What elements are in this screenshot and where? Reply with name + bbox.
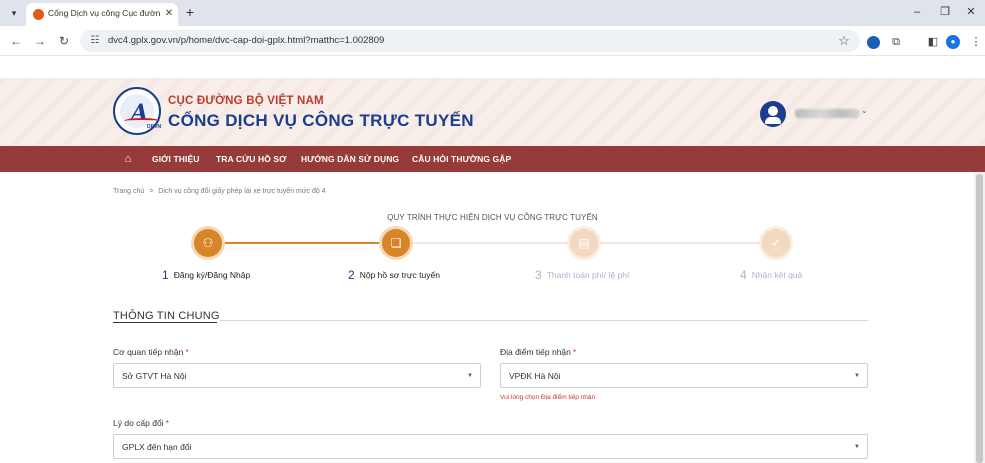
breadcrumb-current: Dịch vụ công đổi giấy phép lái xe trực t… (158, 188, 326, 195)
step-1-number: 1 (162, 268, 169, 282)
step-1-text: Đăng ký/Đăng Nhập (173, 270, 251, 280)
address-bar[interactable]: ☷ dvc4.gplx.gov.vn/p/home/dvc-cap-doi-gp… (80, 30, 860, 52)
tab-close-icon[interactable]: ✕ (163, 7, 175, 21)
nav-item-tra-cuu-ho-so[interactable]: TRA CỨU HỒ SƠ (216, 154, 287, 164)
step-1-circle: ⚇ (194, 229, 222, 257)
section-divider (220, 320, 868, 321)
co-quan-value: Sở GTVT Hà Nội (122, 371, 187, 381)
step-3-number: 3 (535, 268, 542, 282)
reload-icon[interactable]: ↻ (56, 33, 72, 49)
window-minimize-button[interactable]: – (909, 4, 925, 20)
co-quan-label-text: Cơ quan tiếp nhận (113, 347, 184, 357)
tab-title: Cổng Dịch vụ công Cục đường bộ (48, 8, 160, 18)
dia-diem-select[interactable]: VPĐK Hà Nội ▼ (500, 363, 868, 388)
tab-search-chevron-icon[interactable]: ▾ (6, 6, 22, 20)
site-header: A DRVN CỤC ĐƯỜNG BỘ VIỆT NAM CỔNG DỊCH V… (0, 78, 985, 146)
user-name-blurred[interactable] (795, 109, 859, 118)
nav-item-gioi-thieu[interactable]: GIỚI THIỆU (152, 154, 199, 164)
side-panel-icon[interactable]: ◧ (925, 34, 941, 50)
user-icon: ⚇ (202, 236, 214, 250)
extensions-puzzle-icon[interactable]: ⧉ (888, 34, 904, 50)
user-avatar-icon[interactable] (760, 101, 786, 127)
step-4-circle: ✓ (762, 229, 790, 257)
nav-item-cau-hoi-thuong-gap[interactable]: CÂU HỎI THƯỜNG GẶP (412, 154, 511, 164)
breadcrumb-separator: > (149, 188, 154, 195)
chevron-down-icon: ▼ (854, 373, 860, 379)
dia-diem-value: VPĐK Hà Nội (509, 371, 561, 381)
step-3-label: 3 Thanh toán phí/ lệ phí (535, 268, 629, 282)
step-connector-3 (598, 242, 762, 244)
browser-menu-icon[interactable]: ⋮ (968, 34, 984, 50)
step-2-text: Nộp hồ sơ trực tuyến (359, 270, 440, 280)
step-4-text: Nhận kết quả (751, 270, 803, 280)
process-title: QUY TRÌNH THỰC HIỆN DỊCH VỤ CÔNG TRỰC TU… (387, 213, 598, 222)
step-connector-2 (410, 242, 570, 244)
ly-do-required-mark: * (165, 418, 169, 428)
dia-diem-label: Địa điểm tiếp nhận * (500, 347, 576, 357)
chevron-down-icon: ▼ (854, 444, 860, 450)
window-restore-button[interactable]: ❐ (937, 4, 953, 20)
receipt-icon: ▤ (578, 236, 590, 250)
user-menu-chevron-icon[interactable]: ⌄ (861, 106, 868, 115)
browser-tab[interactable]: Cổng Dịch vụ công Cục đường bộ ✕ (26, 3, 178, 26)
profile-icon[interactable]: ● (946, 35, 960, 49)
avatar-body (765, 117, 781, 124)
ly-do-label: Lý do cấp đổi * (113, 418, 169, 428)
main-nav: ⌂ GIỚI THIỆU TRA CỨU HỒ SƠ HƯỚNG DẪN SỬ … (0, 146, 985, 172)
chevron-down-icon: ▼ (467, 373, 473, 379)
back-icon[interactable]: ← (8, 33, 24, 49)
section-title-underline (113, 322, 217, 323)
ly-do-value: GPLX đến hạn đổi (122, 442, 192, 452)
step-3-text: Thanh toán phí/ lệ phí (546, 270, 630, 280)
step-connector-1 (222, 242, 382, 244)
step-2-circle: ❏ (382, 229, 410, 257)
breadcrumb: Trang chủ > Dịch vụ công đổi giấy phép l… (113, 188, 329, 195)
window-close-button[interactable]: ✕ (963, 4, 979, 20)
address-bar-url[interactable]: dvc4.gplx.gov.vn/p/home/dvc-cap-doi-gplx… (108, 35, 384, 46)
step-3-circle: ▤ (570, 229, 598, 257)
check-icon: ✓ (770, 236, 782, 250)
co-quan-label: Cơ quan tiếp nhận * (113, 347, 189, 357)
dia-diem-error: Vui lòng chọn Địa điểm tiếp nhận (500, 394, 596, 401)
dia-diem-required-mark: * (572, 347, 577, 357)
avatar-head (768, 106, 778, 116)
browser-tabstrip: ▾ Cổng Dịch vụ công Cục đường bộ ✕ + – ❐… (0, 0, 985, 26)
step-1-label: 1 Đăng ký/Đăng Nhập (162, 268, 250, 282)
ly-do-label-text: Lý do cấp đổi (113, 418, 164, 428)
logo-text: DRVN (147, 124, 162, 130)
portal-name: CỔNG DỊCH VỤ CÔNG TRỰC TUYẾN (168, 111, 474, 130)
step-2-number: 2 (348, 268, 355, 282)
step-4-number: 4 (740, 268, 747, 282)
bookmark-star-icon[interactable]: ☆ (836, 33, 852, 49)
drvn-logo[interactable]: A DRVN (113, 87, 161, 135)
home-icon[interactable]: ⌂ (122, 152, 134, 166)
dia-diem-label-text: Địa điểm tiếp nhận (500, 347, 571, 357)
step-4-label: 4 Nhận kết quả (740, 268, 802, 282)
new-tab-button[interactable]: + (182, 4, 198, 20)
document-icon: ❏ (390, 236, 402, 250)
co-quan-select[interactable]: Sở GTVT Hà Nội ▼ (113, 363, 481, 388)
extension-icon[interactable] (867, 36, 880, 49)
forward-icon[interactable]: → (32, 33, 48, 49)
ly-do-select[interactable]: GPLX đến hạn đổi ▼ (113, 434, 868, 459)
step-2-label: 2 Nộp hồ sơ trực tuyến (348, 268, 440, 282)
co-quan-required-mark: * (185, 347, 189, 357)
logo-inner: A DRVN (120, 94, 161, 130)
org-name: CỤC ĐƯỜNG BỘ VIỆT NAM (168, 95, 324, 107)
site-info-icon[interactable]: ☷ (88, 34, 102, 48)
nav-item-huong-dan-su-dung[interactable]: HƯỚNG DẪN SỬ DỤNG (301, 154, 399, 164)
tab-favicon-icon (33, 9, 44, 20)
breadcrumb-home-link[interactable]: Trang chủ (113, 188, 144, 195)
browser-toolbar: ← → ↻ ☷ dvc4.gplx.gov.vn/p/home/dvc-cap-… (0, 26, 985, 56)
section-title: THÔNG TIN CHUNG (113, 310, 220, 322)
